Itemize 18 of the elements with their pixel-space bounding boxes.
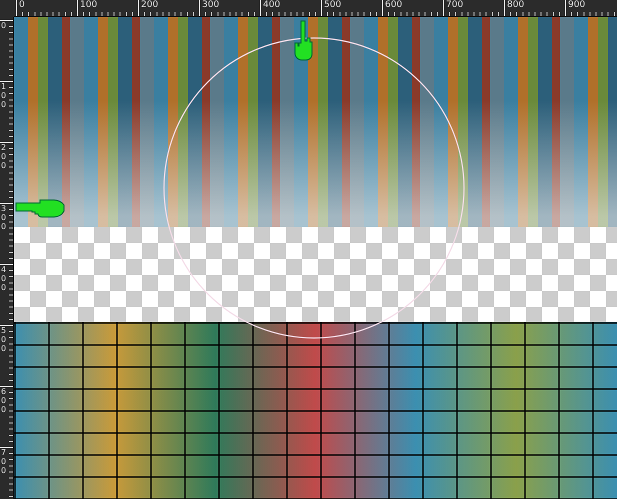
- ruler-label: 200: [139, 0, 158, 10]
- ruler-label: 0: [0, 21, 8, 30]
- ruler-label: 800: [505, 0, 524, 10]
- ruler-label: 500: [322, 0, 342, 10]
- ruler-label: 300: [200, 0, 220, 10]
- ruler-label: 100: [0, 82, 8, 109]
- ruler-label: 600: [0, 387, 8, 414]
- ruler-label: 0: [17, 0, 25, 10]
- ruler-label: 700: [444, 0, 464, 10]
- ruler-label: 200: [0, 143, 8, 170]
- ruler-label: 900: [566, 0, 586, 10]
- ruler-label: 400: [0, 265, 8, 292]
- ruler-label: 300: [0, 204, 8, 231]
- ruler-label: 700: [0, 448, 8, 475]
- ruler-label: 500: [0, 326, 8, 353]
- ruler-label: 400: [261, 0, 280, 10]
- ruler-label: 100: [78, 0, 98, 10]
- ruler-label: 600: [383, 0, 402, 10]
